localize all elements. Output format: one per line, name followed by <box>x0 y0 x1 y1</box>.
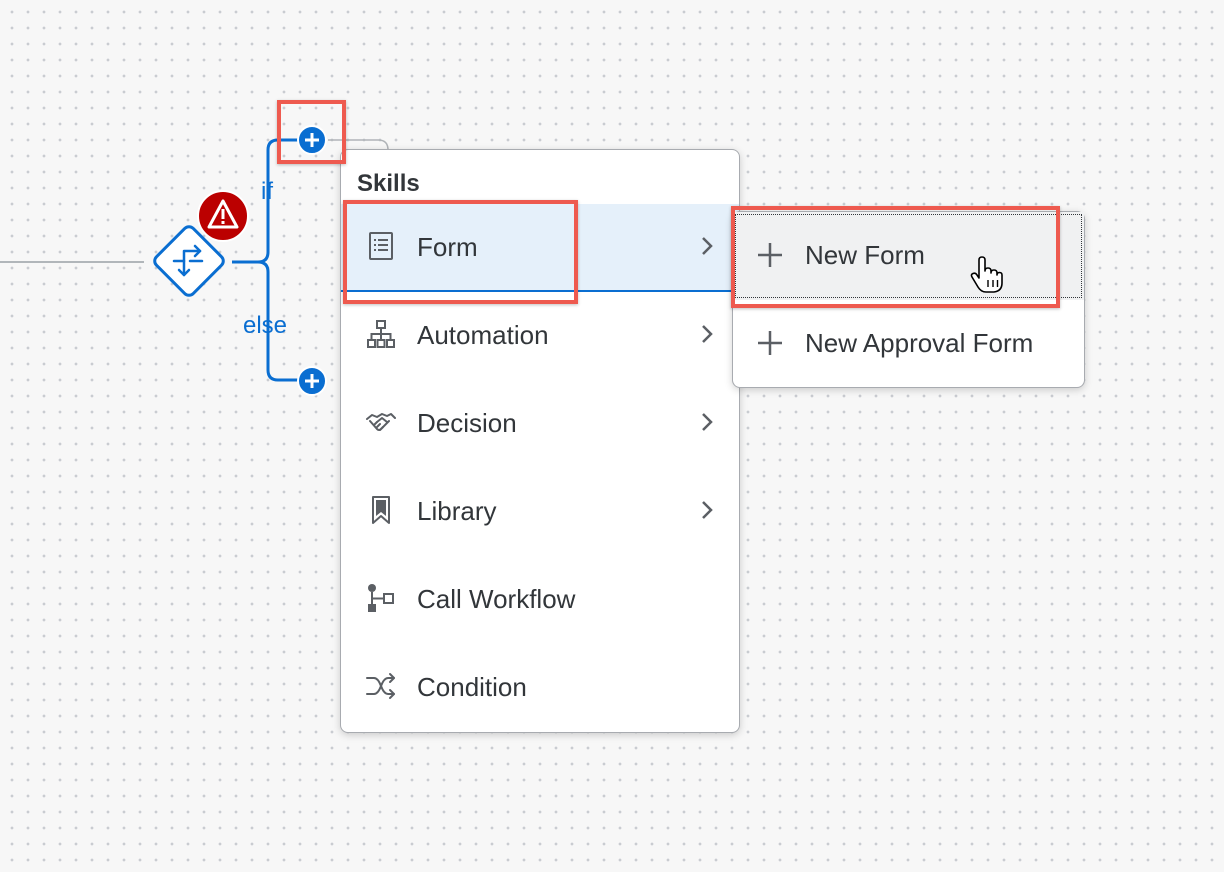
submenu-item-new-approval-form[interactable]: New Approval Form <box>733 300 1084 388</box>
submenu-item-label: New Approval Form <box>805 328 1034 358</box>
menu-item-library[interactable]: Library <box>341 468 739 556</box>
plus-icon <box>758 331 782 355</box>
menu-item-form[interactable]: Form <box>341 204 739 292</box>
hierarchy-icon <box>367 320 395 348</box>
chevron-right-icon <box>702 325 713 343</box>
chevron-right-icon <box>702 237 713 255</box>
menu-item-call-workflow[interactable]: Call Workflow <box>341 556 739 644</box>
branch-connector <box>232 138 300 382</box>
submenu-item-new-form[interactable]: New Form <box>733 212 1084 300</box>
skills-menu-header: Skills <box>357 170 420 197</box>
warning-icon[interactable] <box>196 189 250 243</box>
skills-menu: Skills Form Automation Decision Library … <box>340 149 740 733</box>
chevron-right-icon <box>702 501 713 519</box>
form-submenu: New Form New Approval Form <box>732 211 1085 388</box>
bookmark-icon <box>372 496 390 524</box>
menu-item-label: Automation <box>417 320 549 350</box>
handshake-icon <box>366 413 396 431</box>
add-step-if-button[interactable] <box>297 125 327 155</box>
form-icon <box>369 232 393 260</box>
shuffle-icon <box>366 673 395 699</box>
chevron-right-icon <box>702 413 713 431</box>
menu-item-condition[interactable]: Condition <box>341 644 739 732</box>
menu-item-label: Decision <box>417 408 517 438</box>
branch-else-label: else <box>243 312 288 339</box>
submenu-item-label: New Form <box>805 240 925 270</box>
add-step-else-button[interactable] <box>297 366 327 396</box>
branch-if-label: if <box>261 178 273 205</box>
menu-item-label: Call Workflow <box>417 584 576 614</box>
workflow-icon <box>368 584 394 612</box>
menu-item-automation[interactable]: Automation <box>341 292 739 380</box>
menu-item-label: Library <box>417 496 497 526</box>
menu-item-label: Form <box>417 232 478 262</box>
menu-item-label: Condition <box>417 672 527 702</box>
menu-item-decision[interactable]: Decision <box>341 380 739 468</box>
plus-icon <box>758 243 782 267</box>
